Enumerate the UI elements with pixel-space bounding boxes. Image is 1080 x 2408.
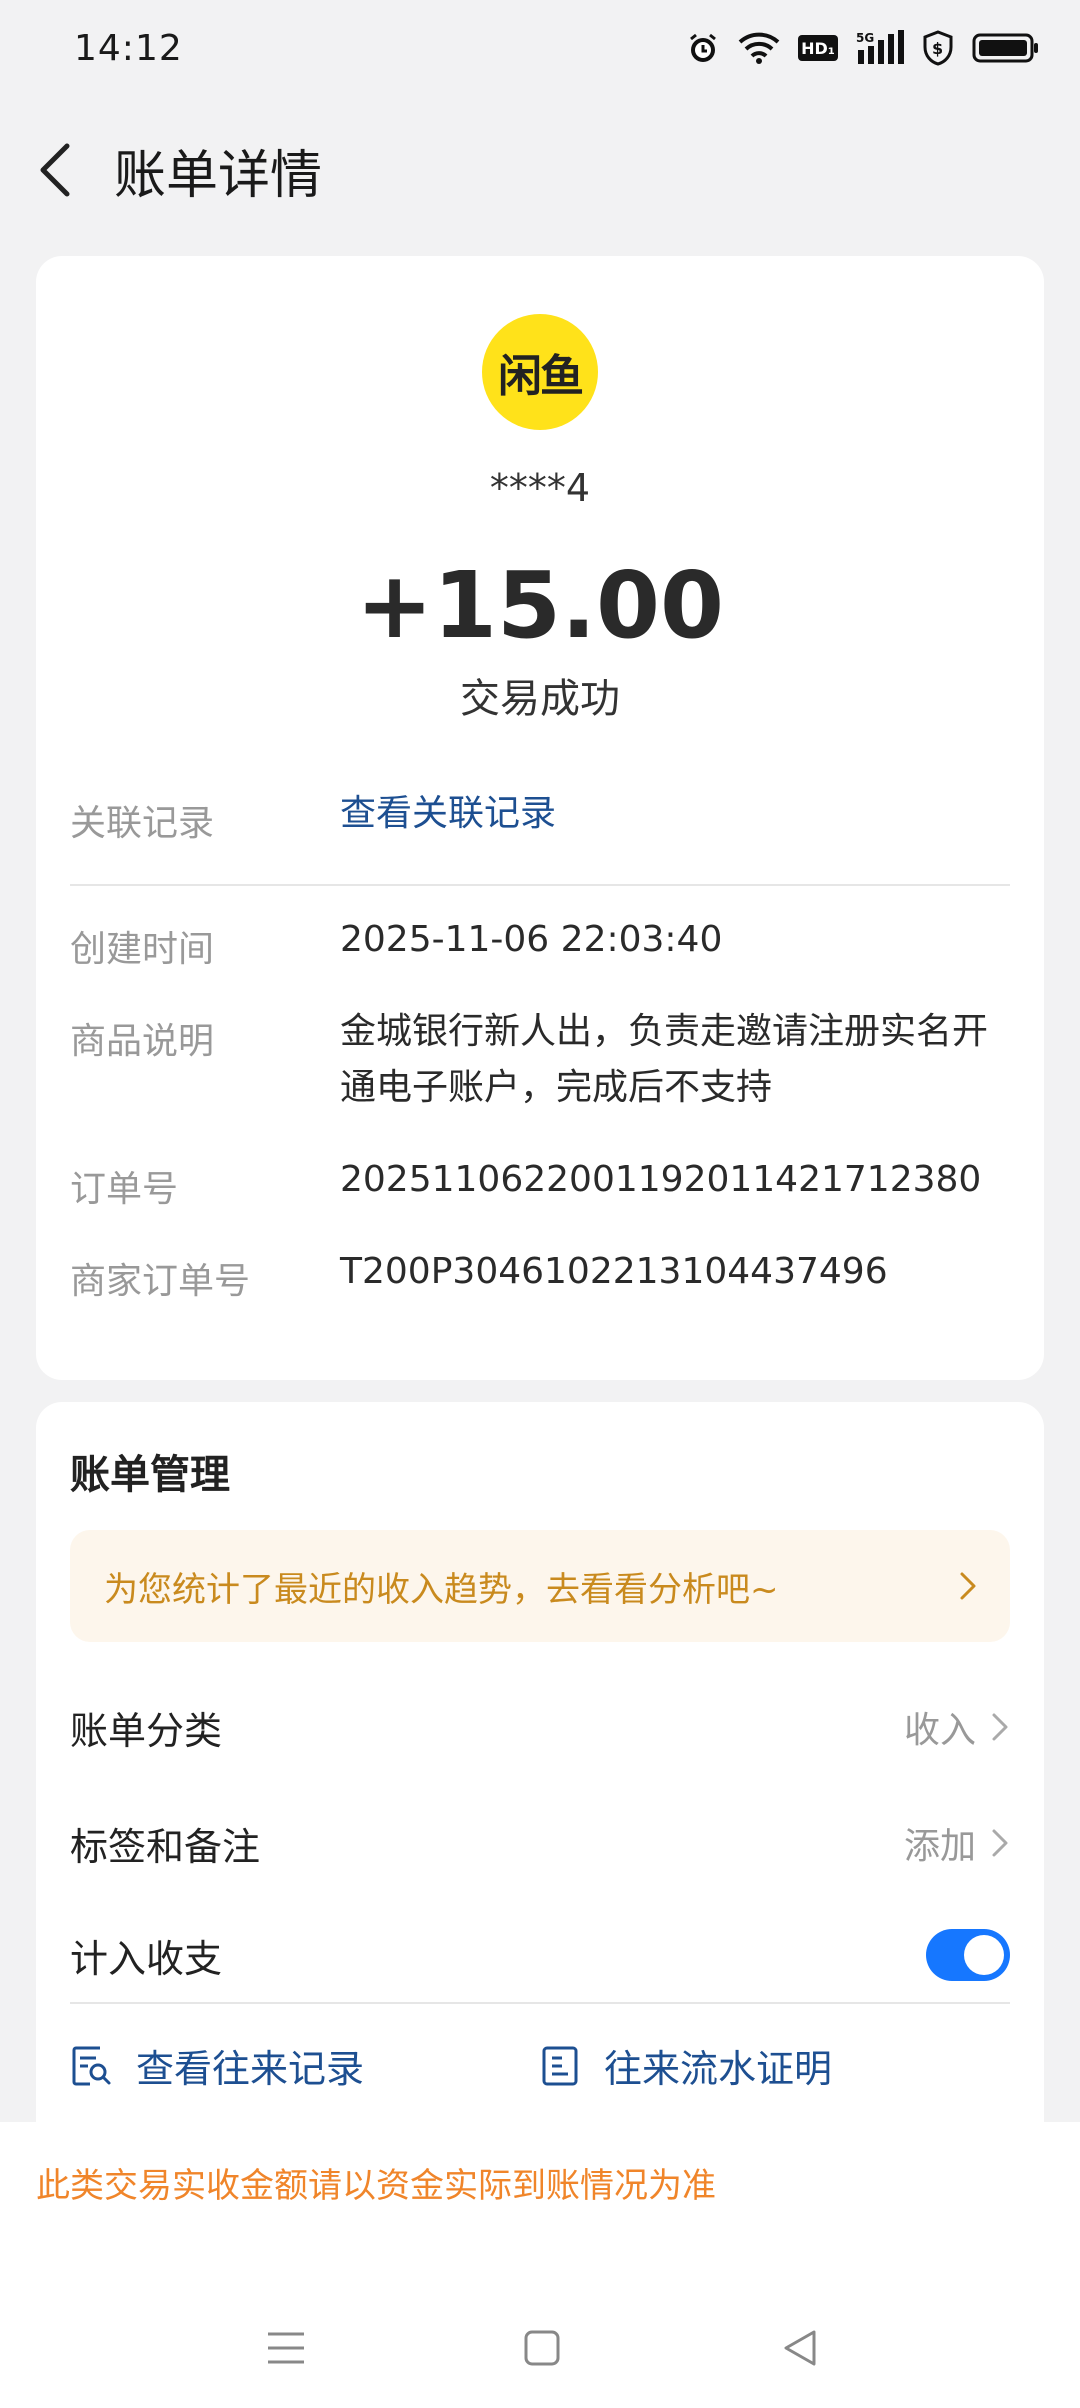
- view-records-link[interactable]: 查看往来记录: [70, 2038, 364, 2093]
- income-trend-tip[interactable]: 为您统计了最近的收入趋势，去看看分析吧~: [70, 1530, 1010, 1642]
- merchant-logo-text: 闲鱼: [498, 351, 584, 402]
- menu-button[interactable]: [246, 2308, 326, 2388]
- transaction-status: 交易成功: [460, 676, 620, 722]
- document-icon: [542, 2046, 578, 2085]
- merchant-order-value: T200P3046102213104437496: [340, 1251, 888, 1292]
- back-button[interactable]: [0, 110, 110, 230]
- back-triangle-icon: [784, 2330, 816, 2366]
- statement-proof-link[interactable]: 往来流水证明: [540, 2038, 832, 2093]
- income-trend-tip-text: 为您统计了最近的收入趋势，去看看分析吧~: [104, 1569, 779, 1610]
- include-in-stats-label: 计入收支: [70, 1936, 223, 1981]
- tags-notes-row[interactable]: 标签和备注 添加: [70, 1798, 1010, 1888]
- bill-management-card: 账单管理 为您统计了最近的收入趋势，去看看分析吧~ 账单分类 收入 标签和备注 …: [36, 1402, 1044, 2122]
- related-records-label: 关联记录: [70, 803, 215, 844]
- created-time-value: 2025-11-06 22:03:40: [340, 919, 723, 960]
- tags-notes-value: 添加: [903, 1826, 976, 1867]
- order-number-label: 订单号: [70, 1169, 179, 1210]
- home-square-icon: [524, 2330, 560, 2366]
- order-number-value: 2025110622001192011421712380: [340, 1159, 982, 1200]
- system-nav-bar: [0, 2308, 1080, 2388]
- signal-5g-icon: 5G: [856, 30, 904, 66]
- chevron-right-icon: [992, 1829, 1008, 1857]
- tags-notes-label: 标签和备注: [70, 1824, 261, 1869]
- product-desc-label: 商品说明: [70, 1021, 215, 1062]
- bill-management-title: 账单管理: [70, 1452, 230, 1498]
- tags-notes-right: 添加: [904, 1817, 1010, 1869]
- toggle-knob: [964, 1935, 1004, 1975]
- page-title: 账单详情: [114, 145, 323, 206]
- divider: [70, 884, 1010, 886]
- merchant-logo: 闲鱼: [482, 314, 598, 430]
- hd-icon: HD₁: [798, 35, 838, 61]
- battery-icon: [972, 32, 1040, 64]
- include-in-stats-toggle[interactable]: [926, 1929, 1010, 1981]
- bill-category-value: 收入: [903, 1710, 976, 1751]
- bill-category-right: 收入: [904, 1701, 1010, 1753]
- amount-notice: 此类交易实收金额请以资金实际到账情况为准: [36, 2166, 716, 2206]
- system-back-button[interactable]: [760, 2308, 840, 2388]
- bill-category-label: 账单分类: [70, 1708, 223, 1753]
- include-in-stats-row: 计入收支: [70, 1910, 1010, 2000]
- nav-bar: 账单详情: [0, 110, 1080, 230]
- merchant-order-label: 商家订单号: [70, 1261, 251, 1302]
- related-records-link[interactable]: 查看关联记录: [340, 786, 1020, 842]
- svg-text:$: $: [932, 39, 943, 58]
- counterparty-account: ****4: [489, 466, 591, 510]
- menu-icon: [268, 2332, 304, 2364]
- created-time-label: 创建时间: [70, 929, 215, 970]
- search-document-icon: [72, 2046, 111, 2085]
- transaction-card: 闲鱼 ****4 +15.00 交易成功 关联记录 查看关联记录 创建时间 20…: [36, 256, 1044, 1380]
- home-button[interactable]: [502, 2308, 582, 2388]
- divider: [70, 2002, 1010, 2004]
- alarm-icon: [686, 31, 720, 65]
- transaction-amount: +15.00: [355, 552, 725, 659]
- statement-proof-text: 往来流水证明: [604, 2047, 833, 2091]
- chevron-left-icon: [40, 143, 70, 197]
- chevron-right-icon: [992, 1713, 1008, 1741]
- status-time: 14:12: [74, 27, 183, 69]
- chevron-right-icon: [960, 1572, 976, 1600]
- bottom-sheet: 此类交易实收金额请以资金实际到账情况为准: [0, 2122, 1080, 2408]
- status-icons: HD₁ 5G $: [686, 30, 1040, 66]
- view-records-text: 查看往来记录: [136, 2047, 365, 2091]
- shield-dollar-icon: $: [922, 30, 954, 66]
- status-bar: 14:12 HD₁ 5G $: [0, 0, 1080, 96]
- svg-text:5G: 5G: [856, 31, 874, 45]
- wifi-icon: [738, 32, 780, 64]
- bill-category-row[interactable]: 账单分类 收入: [70, 1682, 1010, 1772]
- product-desc-value: 金城银行新人出，负责走邀请注册实名开通电子账户，完成后不支持: [340, 1011, 989, 1108]
